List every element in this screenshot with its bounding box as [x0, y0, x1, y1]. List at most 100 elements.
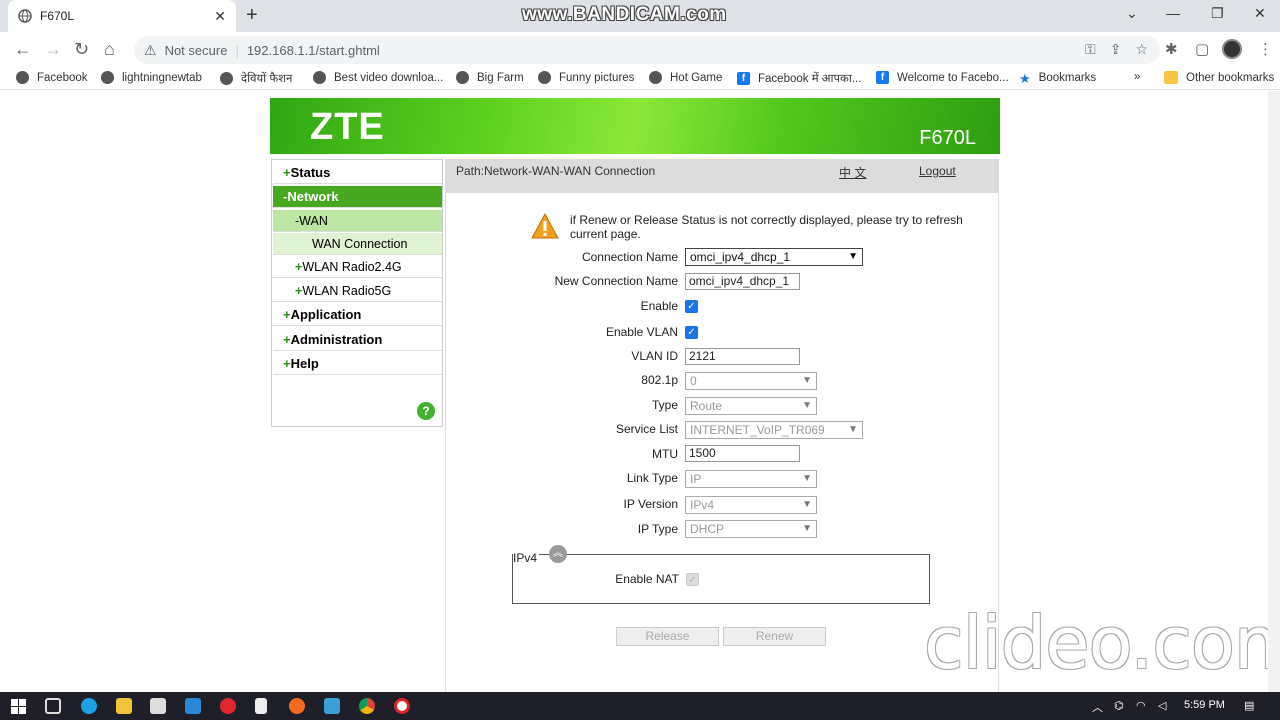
- page-content: ZTE F670L +Status -Network -WAN WAN Conn…: [0, 91, 1280, 692]
- page-scrollbar[interactable]: [1268, 91, 1280, 692]
- bookmark-funny-pictures[interactable]: Funny pictures: [538, 71, 634, 84]
- mtu-input[interactable]: 1500: [685, 445, 800, 462]
- bookmark-other[interactable]: Other bookmarks: [1164, 71, 1274, 84]
- new-tab-button[interactable]: +: [246, 4, 258, 26]
- address-separator: |: [235, 42, 239, 58]
- bookmark-welcome-facebook[interactable]: f Welcome to Facebo...: [876, 71, 1009, 84]
- security-label[interactable]: Not secure: [165, 43, 228, 58]
- path-bar: Path:Network-WAN-WAN Connection 中 文 Logo…: [446, 159, 999, 193]
- tab-title: F670L: [40, 9, 75, 23]
- enable-nat-checkbox[interactable]: ✓: [686, 573, 699, 586]
- menu-wlan-24g[interactable]: +WLAN Radio2.4G: [273, 256, 442, 278]
- globe-icon: [101, 71, 114, 84]
- language-link[interactable]: 中 文: [839, 164, 866, 181]
- enable-vlan-checkbox[interactable]: ✓: [685, 326, 698, 339]
- restore-icon[interactable]: ❐: [1211, 5, 1224, 22]
- recorder-watermark: www.BANDICAM.com: [522, 4, 727, 25]
- forward-icon[interactable]: →: [44, 38, 62, 60]
- release-button[interactable]: Release: [616, 627, 719, 646]
- bookmark-facebook[interactable]: Facebook: [16, 71, 88, 84]
- minimize-icon[interactable]: —: [1166, 5, 1180, 21]
- menu-status[interactable]: +Status: [273, 162, 442, 184]
- menu-network[interactable]: -Network: [273, 186, 442, 208]
- wifi-icon[interactable]: ◠: [1136, 699, 1146, 712]
- bookmark-big-farm[interactable]: Big Farm: [456, 71, 524, 84]
- ip-version-select[interactable]: IPv4 ▼: [685, 496, 817, 514]
- menu-wan-connection[interactable]: WAN Connection: [273, 233, 442, 255]
- new-connection-name-input[interactable]: omci_ipv4_dhcp_1: [685, 273, 800, 290]
- bookmark-bookmarks[interactable]: ★ Bookmarks: [1019, 71, 1096, 86]
- chevron-down-icon: ▼: [802, 375, 812, 386]
- logout-link[interactable]: Logout: [919, 164, 956, 178]
- chrome-menu-icon[interactable]: ⋮: [1258, 40, 1273, 58]
- recorder-icon[interactable]: [394, 698, 410, 714]
- folder-icon: [1164, 71, 1178, 84]
- bookmark-hot-game[interactable]: Hot Game: [649, 71, 722, 84]
- network-icon[interactable]: ⌬: [1114, 699, 1124, 712]
- left-menu: +Status -Network -WAN WAN Connection +WL…: [271, 159, 443, 427]
- home-icon[interactable]: ⌂: [104, 38, 115, 60]
- p8021-select[interactable]: 0 ▼: [685, 372, 817, 390]
- menu-help[interactable]: +Help: [273, 353, 442, 375]
- side-panel-icon[interactable]: ▢: [1195, 40, 1209, 58]
- store-icon[interactable]: [150, 698, 166, 714]
- vlan-id-label: VLAN ID: [631, 349, 678, 363]
- key-icon[interactable]: ⚿: [1085, 41, 1096, 58]
- edge-icon[interactable]: [81, 698, 97, 714]
- enable-checkbox[interactable]: ✓: [685, 300, 698, 313]
- link-type-select[interactable]: IP ▼: [685, 470, 817, 488]
- windows-start-icon[interactable]: [11, 699, 26, 714]
- share-icon[interactable]: ⇪: [1110, 41, 1122, 58]
- collapse-chevron-up-icon[interactable]: ︽: [549, 545, 567, 563]
- opera-icon[interactable]: [220, 698, 236, 714]
- router-model: F670L: [919, 127, 976, 149]
- profile-avatar[interactable]: [1222, 39, 1242, 59]
- warning-triangle-icon[interactable]: ⚠: [144, 42, 157, 59]
- service-list-label: Service List: [615, 422, 678, 436]
- notification-icon[interactable]: ▤: [1244, 699, 1254, 712]
- ip-type-select[interactable]: DHCP ▼: [685, 520, 817, 538]
- extensions-puzzle-icon[interactable]: ✱: [1165, 40, 1178, 58]
- bookmarks-bar: Facebook lightningnewtab देवियों फैशन Be…: [0, 68, 1280, 90]
- media-app-icon[interactable]: [324, 698, 340, 714]
- tab-search-icon[interactable]: ⌄: [1126, 5, 1138, 22]
- tray-chevron-up-icon[interactable]: ︿: [1092, 699, 1103, 715]
- document-icon[interactable]: [255, 698, 267, 714]
- bookmark-deviyon-fashion[interactable]: देवियों फैशन: [220, 71, 292, 86]
- window-close-icon[interactable]: ✕: [1254, 5, 1266, 22]
- reload-icon[interactable]: ↻: [74, 38, 89, 60]
- service-list-select[interactable]: INTERNET_VoIP_TR069 ▼: [685, 421, 863, 439]
- menu-administration[interactable]: +Administration: [273, 329, 442, 351]
- tab-close-icon[interactable]: ✕: [214, 8, 226, 25]
- bookmark-star-icon[interactable]: ☆: [1135, 41, 1148, 58]
- help-question-icon[interactable]: ?: [417, 402, 435, 420]
- ip-version-label: IP Version: [623, 497, 678, 511]
- bookmark-facebook-hindi[interactable]: f Facebook में आपका...: [737, 71, 861, 86]
- mail-icon[interactable]: [185, 698, 201, 714]
- connection-name-select[interactable]: omci_ipv4_dhcp_1 ▼: [685, 248, 863, 266]
- bookmark-best-video-downloader[interactable]: Best video downloa...: [313, 71, 443, 84]
- browser-tab[interactable]: F670L ✕: [8, 0, 236, 32]
- renew-button[interactable]: Renew: [723, 627, 826, 646]
- type-label: Type: [651, 398, 678, 412]
- clock-time[interactable]: 5:59 PM: [1184, 699, 1225, 711]
- refresh-notice: if Renew or Release Status is not correc…: [570, 213, 963, 241]
- menu-wan[interactable]: -WAN: [273, 210, 442, 232]
- menu-wlan-5g[interactable]: +WLAN Radio5G: [273, 280, 442, 302]
- vlan-id-input[interactable]: 2121: [685, 348, 800, 365]
- bookmark-lightningnewtab[interactable]: lightningnewtab: [101, 71, 202, 84]
- url-text[interactable]: 192.168.1.1/start.ghtml: [247, 43, 380, 58]
- volume-icon[interactable]: ◁: [1158, 699, 1166, 712]
- back-icon[interactable]: ←: [14, 38, 32, 60]
- file-explorer-icon[interactable]: [116, 698, 132, 714]
- address-bar[interactable]: ⚠ Not secure | 192.168.1.1/start.ghtml ⚿…: [134, 36, 1160, 64]
- clideo-watermark: clideo.com: [924, 601, 1280, 685]
- chrome-icon[interactable]: [359, 698, 375, 714]
- task-view-icon[interactable]: [45, 698, 61, 714]
- type-select[interactable]: Route ▼: [685, 397, 817, 415]
- menu-application[interactable]: +Application: [273, 304, 442, 326]
- zte-logo: ZTE: [310, 106, 385, 148]
- ipv4-section: IPv4 ︽ Enable NAT ✓: [512, 545, 930, 604]
- bookmarks-overflow[interactable]: »: [1134, 71, 1140, 83]
- firefox-icon[interactable]: [289, 698, 305, 714]
